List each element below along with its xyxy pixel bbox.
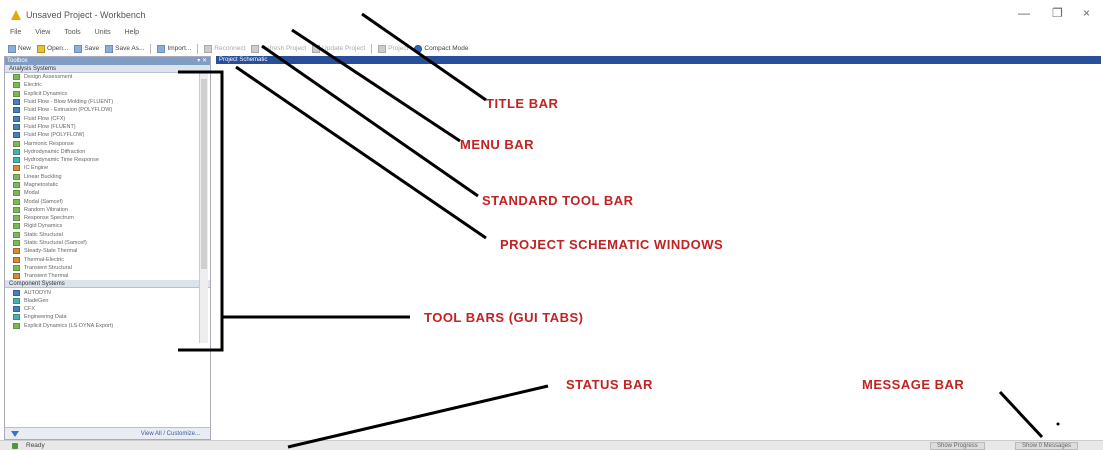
standard-toolbar-pointer [261,44,479,198]
tool-bars-bracket [178,70,224,352]
annotation-tool-bars: TOOL BARS (GUI TABS) [424,310,584,325]
annotation-status-bar: STATUS BAR [566,377,653,392]
annotation-project-schematic: PROJECT SCHEMATIC WINDOWS [500,237,724,252]
annotation-title-bar: TITLE BAR [486,96,559,111]
message-dot [1056,422,1060,426]
annotation-menu-bar: MENU BAR [460,137,535,152]
message-bar-pointer [998,390,1044,439]
annotation-standard-tool-bar: STANDARD TOOL BAR [482,193,634,208]
status-bar-pointer [287,384,549,449]
project-schematic-pointer [235,65,487,240]
annotation-message-bar: MESSAGE BAR [862,377,965,392]
